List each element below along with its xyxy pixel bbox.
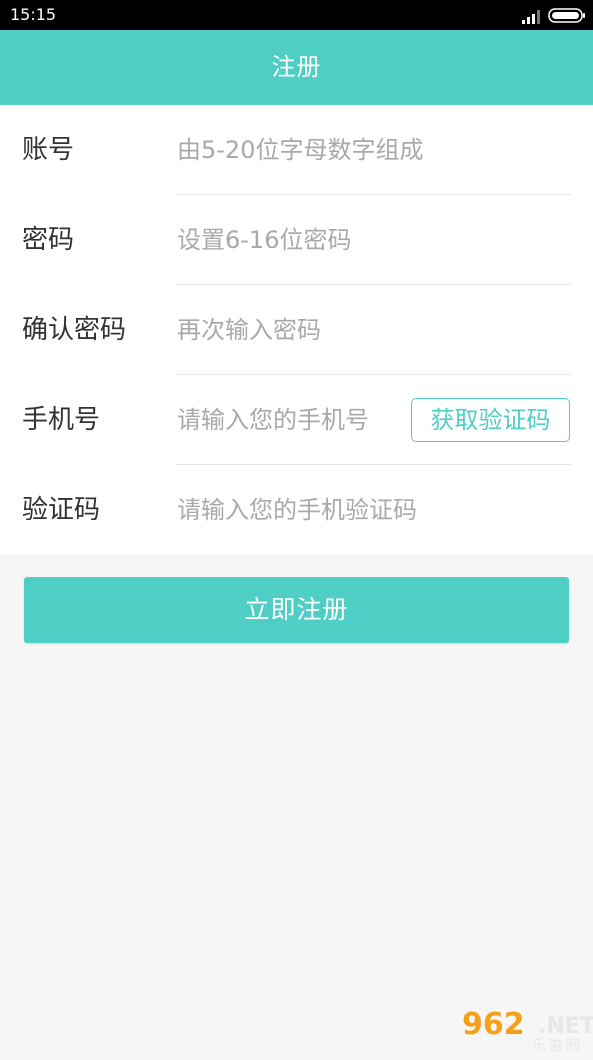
phone-row: 手机号 请输入您的手机号 获取验证码 <box>0 375 593 465</box>
account-input[interactable]: 由5-20位字母数字组成 <box>177 105 423 195</box>
battery-icon <box>548 8 586 23</box>
registration-form: 账号 由5-20位字母数字组成 密码 设置6-16位密码 确认密码 再次输入密码… <box>0 105 593 554</box>
account-label: 账号 <box>22 135 75 165</box>
password-label: 密码 <box>22 225 75 255</box>
watermark-net: .NET <box>538 1014 593 1039</box>
watermark-number: 962 <box>462 1007 525 1042</box>
get-code-button[interactable]: 获取验证码 <box>411 398 570 442</box>
watermark-logo: 962 .NET 乐游网 <box>462 1007 593 1060</box>
status-time: 15:15 <box>10 5 57 24</box>
account-row: 账号 由5-20位字母数字组成 <box>0 105 593 195</box>
confirm-password-input[interactable]: 再次输入密码 <box>177 285 321 375</box>
password-input[interactable]: 设置6-16位密码 <box>177 195 351 285</box>
status-bar: 15:15 <box>0 0 593 30</box>
phone-label: 手机号 <box>22 405 101 435</box>
code-input[interactable]: 请输入您的手机验证码 <box>177 465 417 555</box>
watermark-cn: 乐游网 <box>532 1038 583 1054</box>
app-header: 注册 <box>0 30 593 105</box>
code-label: 验证码 <box>22 495 101 525</box>
phone-input[interactable]: 请输入您的手机号 <box>177 375 369 465</box>
password-row: 密码 设置6-16位密码 <box>0 195 593 285</box>
confirm-password-label: 确认密码 <box>22 315 127 345</box>
page-title: 注册 <box>271 53 322 81</box>
code-row: 验证码 请输入您的手机验证码 <box>0 465 593 555</box>
signal-icon <box>522 9 542 24</box>
confirm-password-row: 确认密码 再次输入密码 <box>0 285 593 375</box>
register-button[interactable]: 立即注册 <box>24 577 569 643</box>
